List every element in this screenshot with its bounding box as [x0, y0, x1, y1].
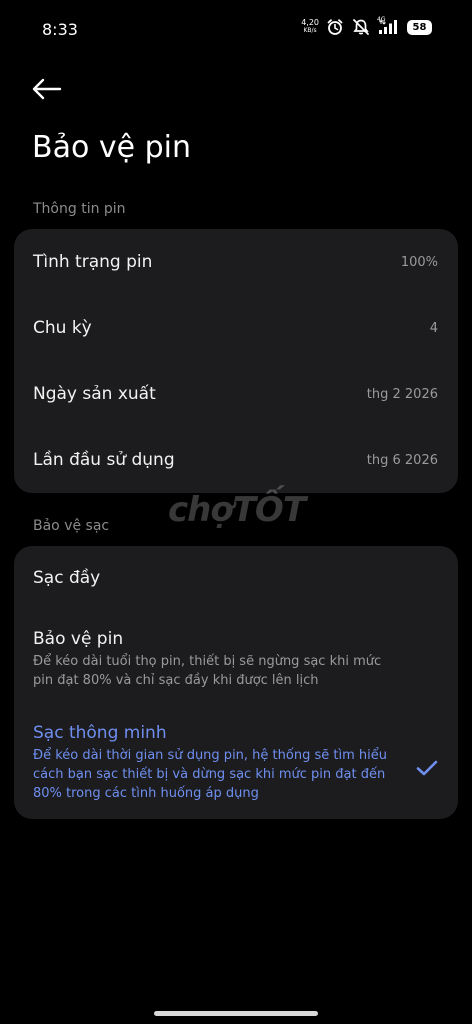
- info-row-battery-health[interactable]: Tình trạng pin 100%: [14, 229, 458, 295]
- info-value: 100%: [400, 254, 438, 270]
- network-type-label: 4G: [377, 16, 386, 23]
- option-description: Để kéo dài thời gian sử dụng pin, hệ thố…: [33, 748, 387, 801]
- status-time: 8:33: [42, 20, 78, 39]
- section-label-charge-protection: Bảo vệ sạc: [33, 518, 110, 534]
- option-title: Bảo vệ pin: [33, 629, 124, 649]
- back-button[interactable]: [28, 74, 68, 106]
- cellular-signal-icon: 4G: [377, 16, 400, 35]
- info-label: Lần đầu sử dụng: [33, 450, 175, 470]
- battery-indicator: 58: [407, 19, 432, 35]
- mute-bell-icon: [353, 19, 369, 35]
- info-row-first-use[interactable]: Lần đầu sử dụng thg 6 2026: [14, 427, 458, 493]
- info-value: 4: [429, 320, 438, 336]
- option-smart-charging[interactable]: Sạc thông minh Để kéo dài thời gian sử d…: [14, 723, 458, 803]
- info-value: thg 6 2026: [366, 452, 438, 468]
- watermark-logo: chợTỐT: [168, 490, 306, 530]
- home-indicator[interactable]: [154, 1011, 318, 1016]
- checkmark-icon: [416, 760, 438, 776]
- network-speed-unit: KB/s: [303, 27, 317, 34]
- option-full-charge[interactable]: Sạc đầy: [14, 568, 458, 588]
- option-description: Để kéo dài tuổi thọ pin, thiết bị sẽ ngừ…: [33, 654, 382, 688]
- info-row-manufacture-date[interactable]: Ngày sản xuất thg 2 2026: [14, 361, 458, 427]
- option-title: Sạc đầy: [33, 568, 101, 588]
- status-bar: 8:33 4,20 KB/s 4G 58: [0, 0, 472, 60]
- network-speed-value: 4,20: [301, 18, 319, 27]
- option-title: Sạc thông minh: [33, 723, 167, 743]
- network-speed: 4,20 KB/s: [301, 19, 319, 35]
- info-label: Ngày sản xuất: [33, 384, 156, 404]
- info-row-cycle-count[interactable]: Chu kỳ 4: [14, 295, 458, 361]
- section-label-battery-info: Thông tin pin: [33, 201, 126, 217]
- info-label: Tình trạng pin: [33, 252, 153, 272]
- info-value: thg 2 2026: [366, 386, 438, 402]
- alarm-icon: [327, 19, 343, 35]
- battery-info-card: Tình trạng pin 100% Chu kỳ 4 Ngày sản xu…: [14, 229, 458, 493]
- back-arrow-icon: [32, 78, 62, 100]
- option-battery-protection[interactable]: Bảo vệ pin Để kéo dài tuổi thọ pin, thiế…: [14, 629, 458, 690]
- charge-protection-card: Sạc đầy Bảo vệ pin Để kéo dài tuổi thọ p…: [14, 546, 458, 819]
- status-icons: 4,20 KB/s 4G 58: [301, 16, 432, 36]
- page-title: Bảo vệ pin: [32, 130, 191, 165]
- info-label: Chu kỳ: [33, 318, 92, 338]
